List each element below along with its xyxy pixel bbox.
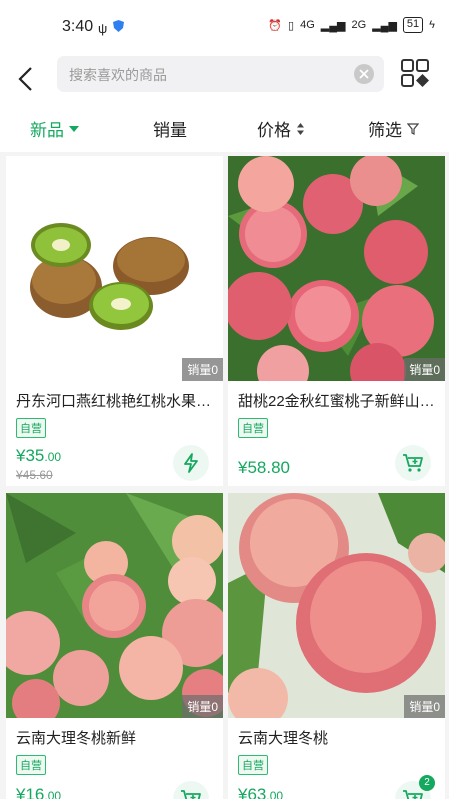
sort-tab-filter[interactable]: 筛选	[368, 116, 419, 141]
usb-icon: ψ	[98, 20, 108, 36]
product-card[interactable]: 销量0 丹东河口燕红桃艳红桃水果… 自营 ¥35.00 ¥45.60	[6, 156, 223, 486]
shield-icon	[113, 19, 125, 37]
product-price: ¥63.00	[238, 785, 284, 799]
sort-arrows-icon	[297, 122, 304, 135]
alarm-icon: ⏰	[268, 19, 283, 32]
sort-tab-new[interactable]: 新品	[30, 116, 79, 141]
product-title: 云南大理冬桃新鲜	[16, 730, 137, 747]
category-grid-button[interactable]	[400, 58, 430, 88]
sort-tab-label: 筛选	[368, 121, 402, 140]
product-price: ¥35.00	[16, 446, 62, 465]
self-operated-badge: 自营	[238, 755, 268, 775]
battery-icon: 51	[402, 17, 424, 33]
sales-count: 销量0	[404, 358, 445, 381]
sales-count: 销量0	[182, 695, 223, 718]
grid-icon	[401, 59, 429, 87]
sort-tab-label: 销量	[153, 121, 187, 140]
signal-icon: ▂▄▆	[372, 19, 397, 32]
clear-search-button[interactable]	[354, 64, 374, 84]
vibrate-icon: ▯	[288, 19, 295, 32]
self-operated-badge: 自营	[238, 418, 268, 438]
cart-icon	[181, 790, 201, 799]
charging-icon: ϟ	[429, 19, 435, 31]
back-button[interactable]	[10, 62, 40, 96]
product-card[interactable]: 销量0 云南大理冬桃新鲜 自营 ¥16.00	[6, 493, 223, 799]
triangle-down-icon	[69, 125, 79, 132]
filter-icon	[407, 122, 419, 135]
sales-count: 销量0	[404, 695, 445, 718]
quick-buy-button[interactable]	[173, 445, 209, 481]
add-to-cart-button[interactable]	[173, 781, 209, 799]
signal-label-1: 4G	[300, 19, 315, 31]
add-to-cart-button[interactable]	[395, 445, 431, 481]
sort-tab-sales[interactable]: 销量	[153, 116, 187, 141]
product-title: 丹东河口燕红桃艳红桃水果…	[16, 393, 212, 410]
search-bar: 搜索喜欢的商品	[0, 56, 449, 102]
product-image-winter-peach: 销量0	[228, 493, 445, 718]
product-image-peach: 销量0	[228, 156, 445, 381]
sort-tab-price[interactable]: 价格	[257, 116, 305, 141]
product-image-winter-peach: 销量0	[6, 493, 223, 718]
product-price: ¥58.80	[238, 458, 290, 477]
product-card[interactable]: 销量0 云南大理冬桃 自营 ¥63.00 2	[228, 493, 445, 799]
sort-bar: 新品 销量 价格 筛选	[0, 102, 449, 152]
status-bar: 3:40 ψ ⏰ ▯ 4G ▂▄▆ 2G ▂▄▆ 51 ϟ	[0, 0, 449, 56]
signal-label-2: 2G	[351, 19, 367, 31]
sort-tab-label: 新品	[30, 121, 64, 140]
signal-icon: ▂▄▆	[320, 19, 346, 32]
product-image-kiwi: 销量0	[6, 156, 223, 381]
cart-count-badge: 2	[419, 775, 435, 791]
add-to-cart-button[interactable]: 2	[395, 775, 435, 799]
product-price: ¥16.00	[16, 785, 62, 799]
status-time: 3:40	[62, 18, 94, 35]
flash-icon	[184, 453, 198, 473]
sort-tab-label: 价格	[257, 121, 291, 140]
search-input[interactable]: 搜索喜欢的商品	[57, 56, 384, 92]
search-placeholder: 搜索喜欢的商品	[69, 67, 167, 83]
self-operated-badge: 自营	[16, 755, 46, 775]
product-card[interactable]: 销量0 甜桃22金秋红蜜桃子新鲜山… 自营 ¥58.80	[228, 156, 445, 486]
chevron-left-icon	[18, 67, 32, 91]
original-price: ¥45.60	[16, 468, 53, 482]
cart-icon	[403, 454, 423, 472]
sales-count: 销量0	[182, 358, 223, 381]
close-icon	[359, 69, 369, 79]
self-operated-badge: 自营	[16, 418, 46, 438]
product-title: 云南大理冬桃	[238, 730, 329, 747]
product-title: 甜桃22金秋红蜜桃子新鲜山…	[238, 393, 435, 410]
cart-icon	[403, 790, 423, 799]
